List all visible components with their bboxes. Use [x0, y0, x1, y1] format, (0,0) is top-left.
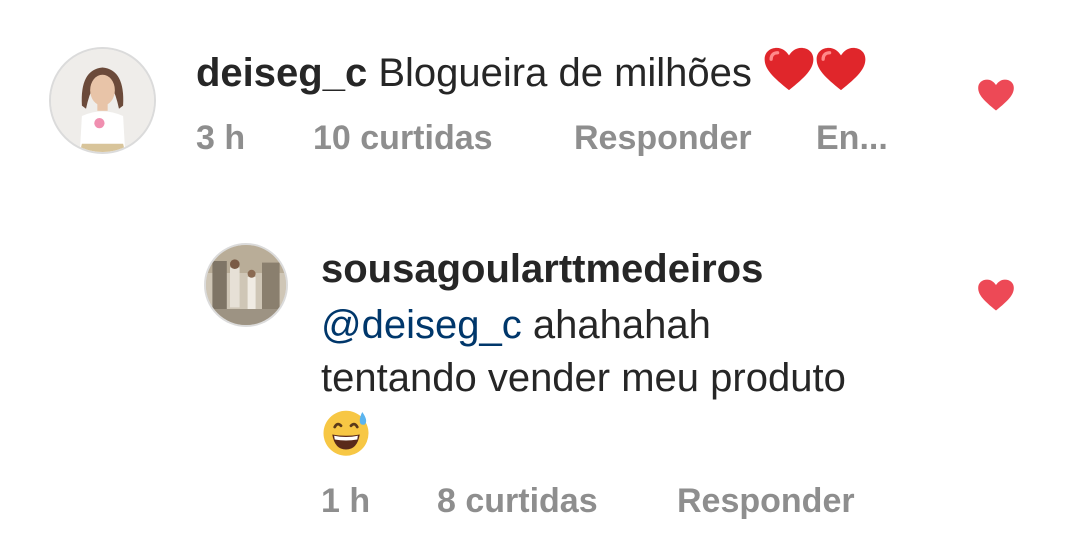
- like-heart-icon[interactable]: [977, 278, 1015, 312]
- grinning-face-with-sweat-emoji-icon: [323, 410, 369, 456]
- like-heart-icon[interactable]: [977, 78, 1015, 112]
- reply-username-line: sousagoularttmedeiros: [321, 245, 763, 293]
- profile-photo-icon: [51, 49, 154, 152]
- reply-button[interactable]: Responder: [677, 481, 855, 521]
- reply-text-line: tentando vender meu produto: [321, 354, 846, 402]
- reply-button[interactable]: Responder: [574, 118, 752, 158]
- avatar[interactable]: [204, 243, 288, 327]
- reply-username[interactable]: sousagoularttmedeiros: [321, 247, 763, 291]
- comment-text: deiseg_c Blogueira de milhões: [196, 46, 867, 97]
- comment-meta: 3 h 10 curtidas Responder En...: [196, 118, 956, 158]
- reply-meta: 1 h 8 curtidas Responder: [321, 481, 961, 521]
- reply-body: ahahahah: [532, 303, 711, 347]
- reply-time: 1 h: [321, 482, 371, 520]
- reply-text-line: @deiseg_c ahahahah: [321, 301, 711, 349]
- mention-link[interactable]: @deiseg_c: [321, 303, 522, 347]
- comment-username[interactable]: deiseg_c: [196, 51, 367, 95]
- red-heart-emoji-icon: [764, 47, 814, 91]
- comment-body: Blogueira de milhões: [378, 51, 752, 95]
- profile-photo-icon: [206, 245, 286, 325]
- reply-emoji-line: [321, 407, 371, 460]
- comment-likes[interactable]: 10 curtidas: [313, 118, 493, 158]
- avatar[interactable]: [49, 47, 156, 154]
- reply-body: tentando vender meu produto: [321, 356, 846, 400]
- comment-time: 3 h: [196, 119, 246, 157]
- red-heart-emoji-icon: [816, 47, 866, 91]
- reply-likes[interactable]: 8 curtidas: [437, 481, 598, 521]
- more-action-button[interactable]: En...: [816, 118, 888, 158]
